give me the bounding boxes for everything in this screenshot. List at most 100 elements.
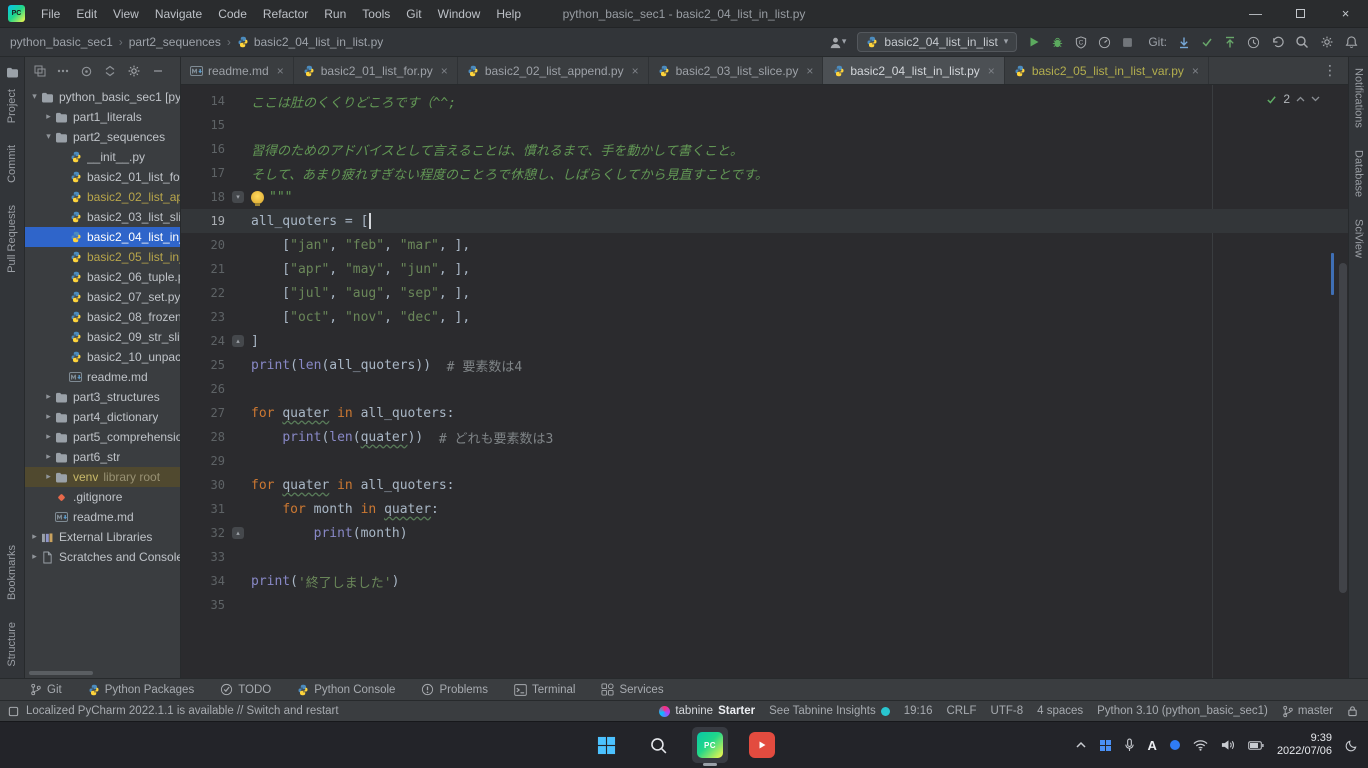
close-button[interactable]: × [1323,0,1368,27]
coverage-button[interactable]: C [1075,36,1087,49]
tree-item[interactable]: basic2_01_list_for.py [25,167,180,187]
status-message-area[interactable]: Localized PyCharm 2022.1.1 is available … [8,705,339,717]
menu-edit[interactable]: Edit [68,0,105,27]
tree-item[interactable]: basic2_02_list_append.py [25,187,180,207]
code-line[interactable]: 34print('終了しました') [181,569,1348,593]
code-line[interactable]: 32▴ print(month) [181,521,1348,545]
menu-view[interactable]: View [105,0,147,27]
code-line[interactable]: 20 ["jan", "feb", "mar", ], [181,233,1348,257]
run-button[interactable] [1028,36,1040,48]
tree-chevron-icon[interactable]: ▸ [43,452,54,462]
tree-item[interactable]: ▸part4_dictionary [25,407,180,427]
tree-item[interactable]: ▸Scratches and Consoles [25,547,180,567]
tree-item[interactable]: ▸venvlibrary root [25,467,180,487]
tree-chevron-icon[interactable]: ▸ [43,392,54,402]
line-separator-widget[interactable]: CRLF [946,705,976,717]
tool-stripe-bookmarks[interactable]: Bookmarks [6,545,18,600]
tree-item[interactable]: ▾part2_sequences [25,127,180,147]
code-line[interactable]: 30for quater in all_quoters: [181,473,1348,497]
indent-widget[interactable]: 4 spaces [1037,705,1083,717]
code-line[interactable]: 18▾""" [181,185,1348,209]
tab-close-icon[interactable]: × [441,64,448,78]
tab-close-icon[interactable]: × [1192,64,1199,78]
tool-stripe-pull-requests[interactable]: Pull Requests [6,205,18,273]
user-account-button[interactable]: ▾ [829,36,847,49]
tool-stripe-database[interactable]: Database [1353,150,1365,197]
tree-item[interactable]: ▸part3_structures [25,387,180,407]
editor-tab[interactable]: basic2_05_list_in_list_var.py× [1005,57,1209,84]
toolwindow-git[interactable]: Git [30,683,62,696]
menu-code[interactable]: Code [210,0,255,27]
caret-position-widget[interactable]: 19:16 [904,705,933,717]
toolwindow-problems[interactable]: Problems [421,683,488,696]
more-options-icon[interactable] [57,69,69,73]
tool-stripe-structure[interactable]: Structure [6,622,18,667]
breadcrumb-item[interactable]: python_basic_sec1 [10,35,113,49]
tree-chevron-icon[interactable]: ▸ [29,552,40,562]
code-line[interactable]: 31 for month in quater: [181,497,1348,521]
taskbar-clipchamp-button[interactable] [744,727,780,763]
inspection-widget[interactable]: 2 [1266,92,1320,106]
taskbar-search-button[interactable] [640,727,676,763]
tray-grid-app-icon[interactable] [1100,740,1111,751]
toolwindow-python-packages[interactable]: Python Packages [88,684,195,696]
rollback-button[interactable] [1271,36,1284,48]
taskbar-clock[interactable]: 9:39 2022/07/06 [1277,732,1332,758]
run-configuration-select[interactable]: basic2_04_list_in_list ▾ [857,32,1017,52]
tool-stripe-notifications[interactable]: Notifications [1353,68,1365,128]
code-line[interactable]: 21 ["apr", "may", "jun", ], [181,257,1348,281]
project-view-options-icon[interactable] [34,65,46,77]
code-line[interactable]: 24▴] [181,329,1348,353]
code-line[interactable]: 33 [181,545,1348,569]
tool-stripe-sciview[interactable]: SciView [1353,219,1365,258]
editor-tab[interactable]: basic2_03_list_slice.py× [649,57,824,84]
tree-item[interactable]: ▾python_basic_sec1 [python_b [25,87,180,107]
code-line[interactable]: 26 [181,377,1348,401]
code-line[interactable]: 29 [181,449,1348,473]
menu-git[interactable]: Git [398,0,429,27]
editor-tab[interactable]: basic2_04_list_in_list.py× [823,57,1004,84]
tree-item[interactable]: __init__.py [25,147,180,167]
tray-overflow-icon[interactable] [1075,741,1087,749]
toolwindow-todo[interactable]: TODO [220,683,271,696]
code-line[interactable]: 16習得のためのアドバイスとして言えることは、慣れるまで、手を動かして書くこと。 [181,137,1348,161]
focus-assist-icon[interactable] [1345,739,1358,752]
menu-file[interactable]: File [33,0,68,27]
code-line[interactable]: 27for quater in all_quoters: [181,401,1348,425]
maximize-button[interactable] [1278,0,1323,27]
code-line[interactable]: 22 ["jul", "aug", "sep", ], [181,281,1348,305]
fold-icon[interactable]: ▾ [232,191,244,203]
microphone-icon[interactable] [1124,738,1135,753]
fold-icon[interactable]: ▴ [232,335,244,347]
start-button[interactable] [588,727,624,763]
tab-close-icon[interactable]: × [632,64,639,78]
code-line[interactable]: 15 [181,113,1348,137]
tree-item[interactable]: basic2_10_unpack.py [25,347,180,367]
code-line[interactable]: 25print(len(all_quoters)) # 要素数は4 [181,353,1348,377]
tree-item[interactable]: basic2_06_tuple.py [25,267,180,287]
editor-scrollbar[interactable] [1339,263,1347,593]
tree-chevron-icon[interactable]: ▸ [29,532,40,542]
history-button[interactable] [1247,36,1260,49]
tool-stripe-project[interactable]: Project [6,89,18,123]
editor-tab[interactable]: basic2_02_list_append.py× [458,57,649,84]
tabnine-widget[interactable]: tabnine Starter [659,705,755,717]
fold-icon[interactable]: ▴ [232,527,244,539]
menu-navigate[interactable]: Navigate [147,0,210,27]
profiler-button[interactable] [1098,36,1111,49]
editor-tab[interactable]: readme.md× [181,57,294,84]
menu-window[interactable]: Window [430,0,489,27]
tree-item[interactable]: ▸part6_str [25,447,180,467]
tab-options-icon[interactable]: ⋮ [1312,57,1348,84]
battery-icon[interactable] [1248,741,1264,750]
encoding-widget[interactable]: UTF-8 [991,705,1024,717]
tree-item[interactable]: readme.md [25,367,180,387]
code-line[interactable]: 17そして、あまり疲れすぎない程度のことろで休憩し、しばらくしてから見直すことで… [181,161,1348,185]
minimize-button[interactable]: — [1233,0,1278,27]
menu-run[interactable]: Run [316,0,354,27]
select-opened-file-icon[interactable] [80,65,93,78]
tree-item[interactable]: ▸part1_literals [25,107,180,127]
search-everywhere-button[interactable] [1295,35,1309,49]
tree-chevron-icon[interactable]: ▾ [29,92,40,102]
prev-problem-icon[interactable] [1296,96,1305,102]
